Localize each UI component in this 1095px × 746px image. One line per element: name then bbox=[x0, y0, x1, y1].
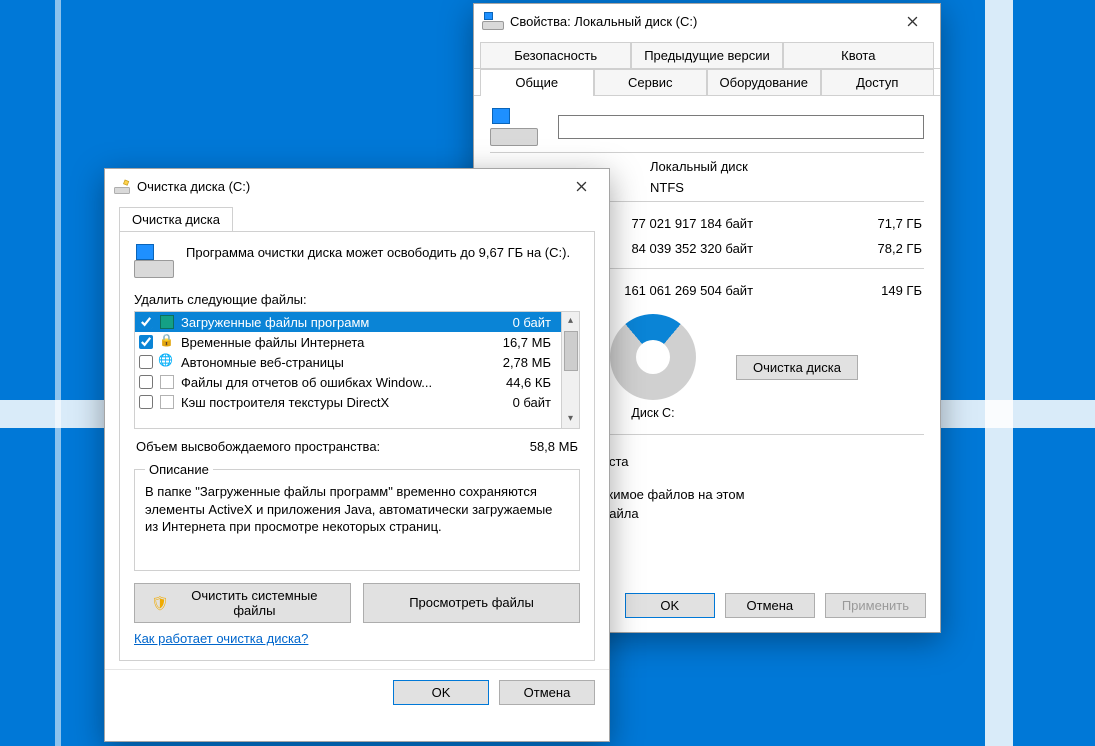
page-icon bbox=[159, 394, 175, 410]
file-name: Автономные веб-страницы bbox=[181, 355, 481, 370]
properties-titlebar[interactable]: Свойства: Локальный диск (C:) bbox=[474, 4, 940, 38]
cleanup-head-text: Программа очистки диска может освободить… bbox=[186, 244, 570, 262]
list-item[interactable]: Временные файлы Интернета 16,7 МБ bbox=[135, 332, 561, 352]
cleanup-icon bbox=[113, 177, 131, 195]
apply-button[interactable]: Применить bbox=[825, 593, 926, 618]
disk-label: Диск C: bbox=[610, 406, 696, 420]
cleanup-window: Очистка диска (C:) Очистка диска Програм… bbox=[104, 168, 610, 742]
cleanup-dialog-buttons: OK Отмена bbox=[105, 669, 609, 717]
help-link[interactable]: Как работает очистка диска? bbox=[134, 631, 308, 646]
tab-security[interactable]: Безопасность bbox=[480, 42, 631, 68]
scroll-thumb[interactable] bbox=[564, 331, 578, 371]
cancel-button[interactable]: Отмена bbox=[725, 593, 815, 618]
tab-sharing[interactable]: Доступ bbox=[821, 69, 935, 95]
file-list: Загруженные файлы программ 0 байт Временны… bbox=[134, 311, 580, 429]
tab-general[interactable]: Общие bbox=[480, 69, 594, 95]
file-name: Файлы для отчетов об ошибках Window... bbox=[181, 375, 481, 390]
file-checkbox[interactable] bbox=[139, 335, 153, 349]
file-size: 0 байт bbox=[487, 395, 557, 410]
file-name: Кэш построителя текстуры DirectX bbox=[181, 395, 481, 410]
wallpaper-line bbox=[55, 0, 61, 746]
lock-icon bbox=[159, 334, 175, 350]
scroll-down-icon[interactable]: ▾ bbox=[568, 411, 573, 427]
properties-tabs-bottom: Общие Сервис Оборудование Доступ bbox=[474, 69, 940, 96]
file-checkbox[interactable] bbox=[139, 315, 153, 329]
used-gb: 71,7 ГБ bbox=[785, 212, 922, 235]
list-item[interactable]: Загруженные файлы программ 0 байт bbox=[135, 312, 561, 332]
description-legend: Описание bbox=[145, 462, 213, 477]
list-item[interactable]: Файлы для отчетов об ошибках Window... 44… bbox=[135, 372, 561, 392]
clean-system-files-button[interactable]: 🛡 Очистить системные файлы bbox=[134, 583, 351, 623]
list-item[interactable]: Автономные веб-страницы 2,78 МБ bbox=[135, 352, 561, 372]
tab-quota[interactable]: Квота bbox=[783, 42, 934, 68]
shield-icon: 🛡 bbox=[151, 596, 169, 610]
teal-icon bbox=[159, 314, 175, 330]
file-size: 16,7 МБ bbox=[487, 335, 557, 350]
file-size: 44,6 КБ bbox=[487, 375, 557, 390]
drive-icon-large bbox=[490, 108, 538, 146]
cancel-button[interactable]: Отмена bbox=[499, 680, 595, 705]
properties-dialog-buttons: OK Отмена Применить bbox=[625, 593, 926, 618]
free-gb: 78,2 ГБ bbox=[785, 237, 922, 260]
close-icon[interactable] bbox=[892, 9, 932, 33]
file-size: 2,78 МБ bbox=[487, 355, 557, 370]
close-icon[interactable] bbox=[561, 174, 601, 198]
disk-cleanup-button[interactable]: Очистка диска bbox=[736, 355, 858, 380]
page-icon bbox=[159, 374, 175, 390]
tab-cleanup[interactable]: Очистка диска bbox=[119, 207, 233, 231]
file-checkbox[interactable] bbox=[139, 395, 153, 409]
freed-value: 58,8 МБ bbox=[530, 439, 578, 454]
file-name: Временные файлы Интернета bbox=[181, 335, 481, 350]
drive-icon bbox=[482, 12, 504, 30]
description-text: В папке "Загруженные файлы программ" вре… bbox=[145, 483, 569, 536]
volume-label-input[interactable] bbox=[558, 115, 924, 139]
globe-icon bbox=[159, 354, 175, 370]
cleanup-titlebar[interactable]: Очистка диска (C:) bbox=[105, 169, 609, 203]
file-name: Загруженные файлы программ bbox=[181, 315, 481, 330]
view-files-button[interactable]: Просмотреть файлы bbox=[363, 583, 580, 623]
disk-type-value: Локальный диск bbox=[650, 159, 924, 174]
properties-title: Свойства: Локальный диск (C:) bbox=[510, 14, 697, 29]
ok-button[interactable]: OK bbox=[625, 593, 715, 618]
filesystem-value: NTFS bbox=[650, 180, 924, 195]
usage-donut-icon bbox=[610, 314, 696, 400]
tab-prev-versions[interactable]: Предыдущие версии bbox=[631, 42, 782, 68]
scroll-up-icon[interactable]: ▴ bbox=[568, 313, 573, 329]
cleanup-title: Очистка диска (C:) bbox=[137, 179, 250, 194]
freed-label: Объем высвобождаемого пространства: bbox=[136, 439, 380, 454]
scrollbar[interactable]: ▴ ▾ bbox=[561, 312, 579, 428]
file-checkbox[interactable] bbox=[139, 355, 153, 369]
ok-button[interactable]: OK bbox=[393, 680, 489, 705]
tab-hardware[interactable]: Оборудование bbox=[707, 69, 821, 95]
properties-tabs-top: Безопасность Предыдущие версии Квота bbox=[474, 38, 940, 69]
description-group: Описание В папке "Загруженные файлы прог… bbox=[134, 462, 580, 571]
clean-system-files-label: Очистить системные файлы bbox=[175, 588, 334, 618]
cleanup-tab-frame: Очистка диска Программа очистки диска мо… bbox=[119, 207, 595, 661]
file-size: 0 байт bbox=[487, 315, 557, 330]
list-item[interactable]: Кэш построителя текстуры DirectX 0 байт bbox=[135, 392, 561, 412]
drive-icon bbox=[134, 244, 174, 278]
tab-service[interactable]: Сервис bbox=[594, 69, 708, 95]
file-checkbox[interactable] bbox=[139, 375, 153, 389]
capacity-gb: 149 ГБ bbox=[785, 279, 922, 302]
wallpaper-cross-v bbox=[985, 0, 1013, 746]
delete-files-label: Удалить следующие файлы: bbox=[134, 292, 580, 307]
